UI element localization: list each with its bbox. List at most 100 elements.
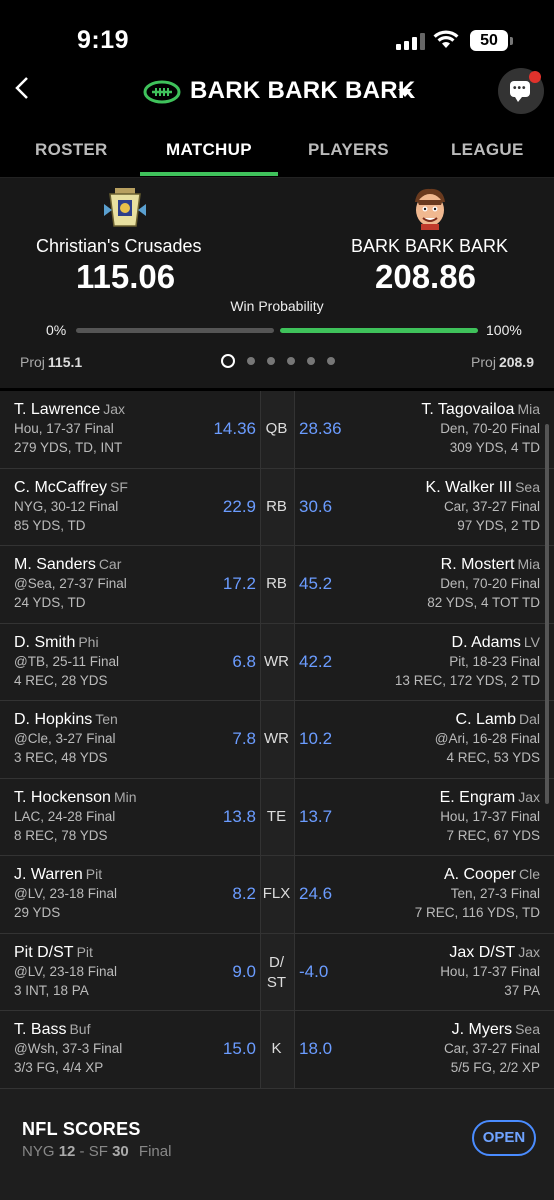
player-name[interactable]: K. Walker III Sea	[426, 479, 540, 497]
away-team-name[interactable]: BARK BARK BARK	[351, 236, 508, 257]
player-name[interactable]: C. McCaffrey SF	[14, 479, 128, 497]
dropdown-caret-icon[interactable]	[398, 89, 412, 97]
left-points[interactable]: 13.8	[223, 807, 256, 827]
player-name[interactable]: T. Lawrence Jax	[14, 401, 125, 419]
player-name[interactable]: R. Mostert Mia	[441, 556, 540, 574]
away-projection: Proj 208.9	[471, 354, 534, 370]
right-points[interactable]: 42.2	[299, 652, 332, 672]
left-points[interactable]: 9.0	[232, 962, 256, 982]
player-name[interactable]: J. Warren Pit	[14, 866, 102, 884]
tab-players[interactable]: PLAYERS	[308, 140, 389, 160]
matchup-row[interactable]: T. Bass Buf @Wsh, 37-3 Final 3/3 FG, 4/4 …	[0, 1011, 554, 1089]
tab-matchup[interactable]: MATCHUP	[166, 140, 252, 160]
home-team-name[interactable]: Christian's Crusades	[36, 236, 202, 257]
player-name[interactable]: Jax D/ST Jax	[449, 944, 540, 962]
page-dot[interactable]	[307, 357, 315, 365]
away-proj-label: Proj	[471, 354, 496, 370]
matchup-row[interactable]: Pit D/ST Pit @LV, 23-18 Final 3 INT, 18 P…	[0, 933, 554, 1011]
player-name[interactable]: J. Myers Sea	[452, 1021, 540, 1039]
position-label: WR	[264, 652, 289, 670]
player-team: Phi	[78, 633, 99, 650]
player-name[interactable]: M. Sanders Car	[14, 556, 121, 574]
left-points[interactable]: 8.2	[232, 884, 256, 904]
right-points[interactable]: 30.6	[299, 497, 332, 517]
matchup-row[interactable]: J. Warren Pit @LV, 23-18 Final 29 YDS A. …	[0, 856, 554, 934]
left-points[interactable]: 14.36	[213, 419, 256, 439]
stat-line: 85 YDS, TD	[14, 517, 86, 533]
right-points[interactable]: 10.2	[299, 729, 332, 749]
game-result: Hou, 17-37 Final	[14, 421, 114, 436]
right-points[interactable]: 13.7	[299, 807, 332, 827]
matchup-row[interactable]: C. McCaffrey SF NYG, 30-12 Final 85 YDS, …	[0, 468, 554, 546]
player-name[interactable]: T. Hockenson Min	[14, 789, 137, 807]
away-team-logo[interactable]	[407, 186, 453, 232]
position-label: TE	[266, 807, 287, 825]
home-team-logo[interactable]	[102, 186, 148, 232]
open-button[interactable]: OPEN	[472, 1120, 536, 1156]
position-label: RB	[266, 575, 287, 592]
player-name[interactable]: D. Hopkins Ten	[14, 711, 118, 729]
player-name[interactable]: C. Lamb Dal	[456, 711, 540, 729]
team1: NYG	[22, 1143, 55, 1160]
left-points[interactable]: 7.8	[232, 729, 256, 749]
matchup-row[interactable]: M. Sanders Car @Sea, 27-37 Final 24 YDS, …	[0, 546, 554, 624]
position-label: WR	[264, 730, 289, 747]
left-points[interactable]: 6.8	[232, 652, 256, 672]
right-points[interactable]: 24.6	[299, 884, 332, 904]
player-team: Pit	[85, 866, 103, 882]
tab-league[interactable]: LEAGUE	[451, 140, 524, 160]
player-name[interactable]: T. Tagovailoa Mia	[421, 401, 540, 419]
player-team: SF	[110, 478, 128, 495]
chat-icon: •••	[510, 81, 530, 102]
page-dot[interactable]	[247, 357, 255, 365]
active-tab-indicator	[140, 172, 278, 176]
game-status: Final	[138, 1143, 172, 1160]
player-team: Cle	[518, 866, 540, 882]
nfl-scores-bar[interactable]: NFL SCORES NYG 12 - SF 30 Final OPEN	[0, 1088, 554, 1200]
home-proj-value: 115.1	[47, 354, 83, 370]
matchup-row[interactable]: D. Smith Phi @TB, 25-11 Final 4 REC, 28 Y…	[0, 623, 554, 701]
stat-line: 97 YDS, 2 TD	[457, 517, 540, 533]
game-result: Hou, 17-37 Final	[440, 963, 540, 979]
tab-roster[interactable]: ROSTER	[35, 140, 108, 160]
matchup-row[interactable]: D. Hopkins Ten @Cle, 3-27 Final 3 REC, 48…	[0, 701, 554, 779]
left-points[interactable]: 22.9	[223, 497, 256, 517]
left-points[interactable]: 17.2	[223, 574, 256, 594]
back-button[interactable]	[14, 76, 36, 106]
player-name[interactable]: E. Engram Jax	[440, 789, 540, 807]
left-points[interactable]: 15.0	[223, 1039, 256, 1059]
player-name[interactable]: D. Smith Phi	[14, 634, 99, 652]
player-name[interactable]: D. Adams LV	[452, 634, 540, 652]
player-name[interactable]: Pit D/ST Pit	[14, 944, 93, 962]
player-team: Jax	[518, 788, 540, 805]
matchup-row[interactable]: T. Hockenson Min LAC, 24-28 Final 8 REC, …	[0, 778, 554, 856]
right-points[interactable]: -4.0	[299, 962, 328, 982]
status-time: 9:19	[77, 26, 130, 54]
player-team: Pit	[76, 943, 93, 960]
page-dot[interactable]	[287, 357, 295, 365]
scrollbar[interactable]	[545, 424, 549, 804]
player-name[interactable]: A. Cooper Cle	[444, 866, 540, 884]
page-dot-active[interactable]	[221, 354, 235, 368]
right-points[interactable]: 28.36	[299, 419, 342, 439]
game-result: @Cle, 3-27 Final	[14, 731, 116, 746]
chat-button[interactable]: •••	[498, 68, 544, 114]
page-dot[interactable]	[267, 357, 275, 365]
score1: 12	[58, 1143, 76, 1160]
stat-line: 3/3 FG, 4/4 XP	[14, 1060, 104, 1075]
player-team: Min	[113, 788, 137, 805]
page-indicator[interactable]	[221, 354, 335, 368]
right-points[interactable]: 45.2	[299, 574, 332, 594]
matchup-row[interactable]: T. Lawrence Jax Hou, 17-37 Final 279 YDS,…	[0, 391, 554, 469]
home-team-score: 115.06	[76, 258, 176, 295]
app-header: BARK BARK BARK •••	[0, 62, 554, 122]
game-result: Hou, 17-37 Final	[440, 808, 540, 824]
right-points[interactable]: 18.0	[299, 1039, 332, 1059]
stat-line: 82 YDS, 4 TOT TD	[427, 595, 540, 610]
league-title[interactable]: BARK BARK BARK	[190, 77, 416, 105]
player-name[interactable]: T. Bass Buf	[14, 1021, 90, 1039]
player-team: Jax	[518, 943, 540, 960]
away-win-pct: 100%	[486, 322, 522, 338]
wifi-icon	[433, 30, 459, 48]
page-dot[interactable]	[327, 357, 335, 365]
